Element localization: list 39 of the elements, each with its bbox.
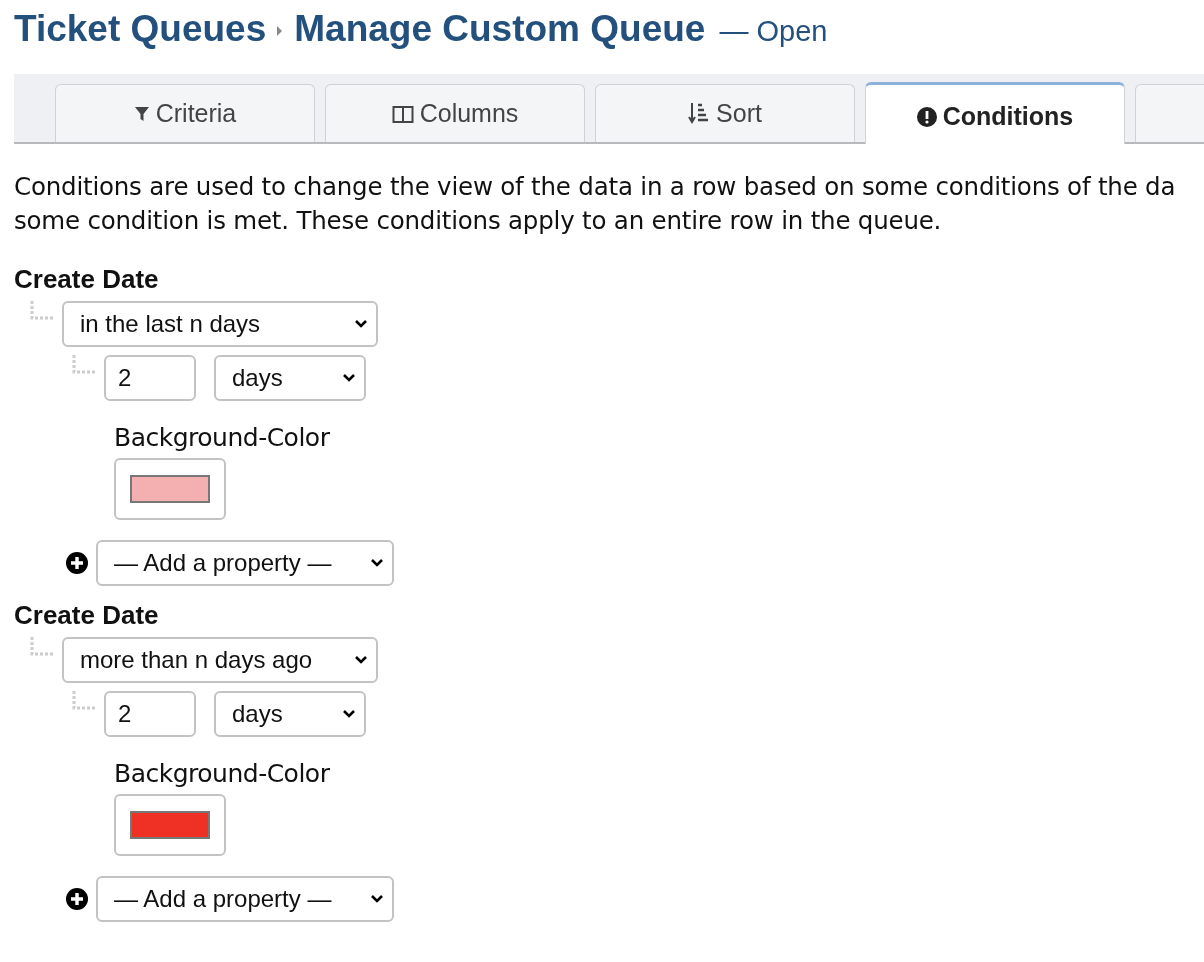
color-picker[interactable]: [114, 794, 226, 856]
exclamation-circle-icon: [916, 106, 937, 127]
status-label: — Open: [719, 15, 828, 48]
number-input[interactable]: 2: [104, 691, 196, 737]
chevron-down-icon: [354, 319, 368, 329]
tab[interactable]: Sort: [595, 84, 855, 142]
tab[interactable]: Criteria: [55, 84, 315, 142]
chevron-down-icon: [354, 655, 368, 665]
property-label: Background-Color: [114, 759, 331, 788]
plus-circle-icon[interactable]: [66, 888, 88, 910]
sort-icon: [688, 101, 711, 126]
field-name: Create Date: [14, 264, 160, 295]
unit-select[interactable]: days: [214, 355, 366, 401]
filter-icon: [133, 104, 150, 123]
number-input[interactable]: 2: [104, 355, 196, 401]
unit-select[interactable]: days: [214, 691, 366, 737]
tab[interactable]: Conditions: [865, 82, 1125, 144]
breadcrumb-link[interactable]: Ticket Queues: [14, 8, 267, 50]
columns-icon: [391, 104, 414, 123]
add-property-select[interactable]: — Add a property —: [96, 540, 394, 586]
plus-circle-icon[interactable]: [66, 552, 88, 574]
description-text: Conditions are used to change the view of the data in a row based on some conditions of the da some condition is met. These conditions apply to an entire row in the queue.: [14, 171, 1177, 237]
tree-connector-icon: [70, 355, 96, 375]
chevron-right-icon: [276, 25, 285, 37]
chevron-down-icon: [370, 894, 384, 904]
color-picker[interactable]: [114, 458, 226, 520]
page-title: Manage Custom Queue: [294, 8, 706, 50]
chevron-down-icon: [342, 709, 356, 719]
chevron-down-icon: [342, 373, 356, 383]
tab[interactable]: Columns: [325, 84, 585, 142]
operator-select[interactable]: more than n days ago: [62, 637, 378, 683]
add-property-select[interactable]: — Add a property —: [96, 876, 394, 922]
tree-connector-icon: [70, 691, 96, 711]
operator-select[interactable]: in the last n days: [62, 301, 378, 347]
tree-connector-icon: [28, 301, 54, 321]
tree-connector-icon: [28, 637, 54, 657]
chevron-down-icon: [370, 558, 384, 568]
field-name: Create Date: [14, 600, 160, 631]
property-label: Background-Color: [114, 423, 331, 452]
